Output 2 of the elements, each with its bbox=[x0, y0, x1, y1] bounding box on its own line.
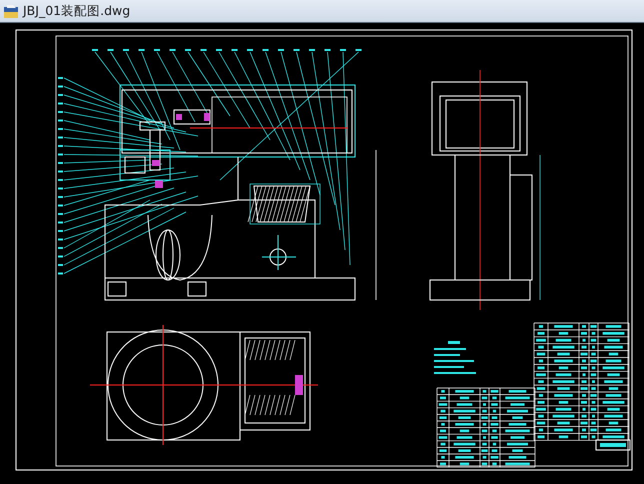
window-title: JBJ_01装配图.dwg bbox=[23, 2, 130, 20]
file-icon bbox=[4, 4, 18, 18]
